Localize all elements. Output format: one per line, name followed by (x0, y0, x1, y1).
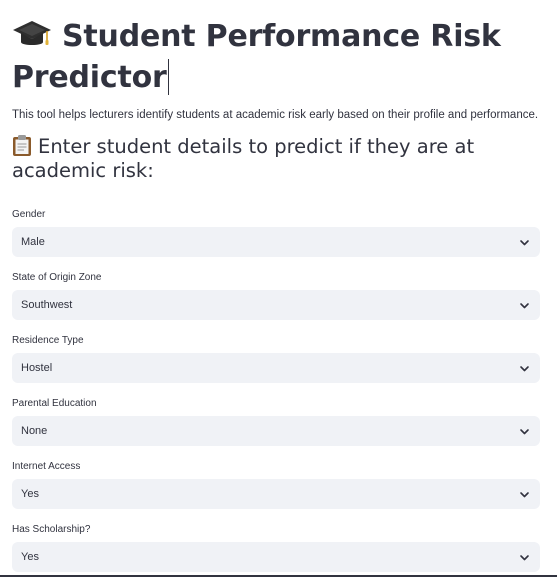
page-title-text: Student Performance Risk Predictor (12, 19, 501, 95)
chevron-down-icon (520, 555, 529, 561)
chevron-down-icon (520, 303, 529, 309)
state-of-origin-zone-field: State of Origin Zone Southwest (12, 271, 540, 320)
internet-access-field: Internet Access Yes (12, 460, 540, 509)
residence-type-label: Residence Type (12, 335, 84, 346)
intro-text: This tool helps lecturers identify stude… (12, 109, 539, 121)
graduation-cap-icon (13, 21, 51, 45)
has-scholarship-select-value: Yes (21, 551, 39, 563)
internet-access-label: Internet Access (12, 461, 81, 472)
parental-education-select-value: None (21, 425, 48, 437)
chevron-down-icon (520, 492, 529, 498)
gender-label: Gender (12, 209, 46, 220)
text-cursor (167, 59, 169, 95)
internet-access-select[interactable]: Yes (12, 479, 540, 509)
has-scholarship-select[interactable]: Yes (12, 542, 540, 572)
residence-type-select[interactable]: Hostel (12, 353, 540, 383)
internet-access-select-value: Yes (21, 488, 39, 500)
has-scholarship-label: Has Scholarship? (12, 524, 91, 535)
page-title: Student Performance Risk Predictor (12, 0, 540, 98)
parental-education-label: Parental Education (12, 398, 97, 409)
chevron-down-icon (520, 429, 529, 435)
chevron-down-icon (520, 366, 529, 372)
form-subheading-text: Enter student details to predict if they… (12, 135, 475, 182)
parental-education-field: Parental Education None (12, 397, 540, 446)
has-scholarship-field: Has Scholarship? Yes (12, 523, 540, 572)
gender-select[interactable]: Male (12, 227, 540, 257)
state-of-origin-zone-select[interactable]: Southwest (12, 290, 540, 320)
gender-select-value: Male (21, 236, 45, 248)
gender-field: Gender Male (12, 208, 540, 257)
residence-type-select-value: Hostel (21, 362, 53, 374)
residence-type-field: Residence Type Hostel (12, 334, 540, 383)
chevron-down-icon (520, 240, 529, 246)
clipboard-icon (13, 135, 31, 156)
state-of-origin-zone-select-value: Southwest (21, 299, 73, 311)
state-of-origin-zone-label: State of Origin Zone (12, 272, 102, 283)
form-subheading: Enter student details to predict if they… (12, 134, 540, 183)
main-content: Student Performance Risk Predictor This … (12, 0, 540, 572)
parental-education-select[interactable]: None (12, 416, 540, 446)
